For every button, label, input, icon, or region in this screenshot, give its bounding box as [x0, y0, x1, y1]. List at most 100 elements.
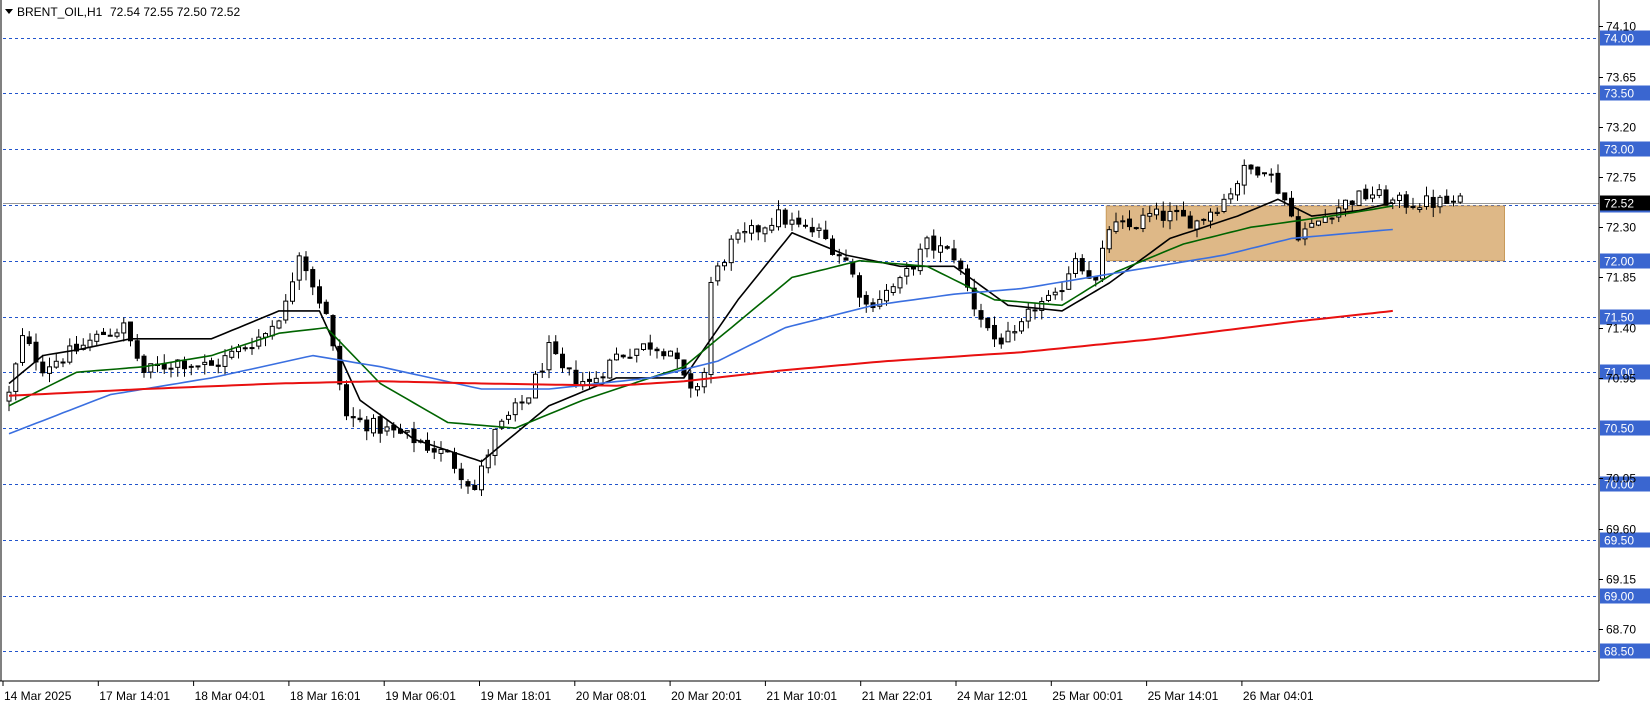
- y-tick-label: 70.05: [1606, 472, 1636, 486]
- candle-bull: [519, 401, 525, 404]
- candle-bull: [67, 345, 73, 363]
- candle-bull: [1417, 207, 1423, 210]
- candle-bull: [1329, 217, 1335, 220]
- candle-bull: [1046, 294, 1051, 301]
- candle-bull: [1012, 331, 1018, 334]
- candle-bear: [600, 376, 606, 379]
- candle-bull: [897, 277, 903, 289]
- candle-bull: [1208, 211, 1213, 222]
- candle-bull: [1167, 210, 1173, 222]
- candle-bear: [620, 354, 626, 358]
- x-tick-label: 17 Mar 14:01: [99, 689, 170, 703]
- candle-bull: [87, 339, 93, 348]
- y-tick-label: 73.20: [1606, 121, 1636, 135]
- candle-bull: [512, 402, 518, 416]
- level-badge-label: 68.50: [1604, 645, 1634, 659]
- candle-bull: [222, 355, 228, 367]
- candle-bull: [1376, 189, 1382, 196]
- candle-bull: [249, 347, 255, 350]
- candle-bear: [1410, 206, 1416, 209]
- candle-bull: [188, 365, 194, 368]
- candle-bull: [546, 342, 552, 371]
- y-tick-label: 74.10: [1606, 20, 1636, 34]
- candle-bull: [803, 224, 808, 227]
- y-tick-label: 72.30: [1606, 221, 1636, 235]
- candle-bear: [215, 364, 221, 367]
- candle-bear: [1120, 220, 1126, 223]
- candle-bull: [1214, 211, 1220, 214]
- candle-bear: [465, 481, 471, 487]
- candle-bear: [796, 217, 802, 225]
- candle-bull: [1059, 290, 1065, 293]
- candle-bear: [452, 452, 457, 469]
- candle-bull: [890, 286, 896, 293]
- candle-bear: [654, 348, 660, 352]
- chart-window[interactable]: 74.0073.5073.0072.5072.0071.5071.0070.50…: [0, 0, 1651, 708]
- candle-bull: [1268, 173, 1274, 176]
- price-chart[interactable]: 74.0073.5073.0072.5072.0071.5071.0070.50…: [0, 0, 1651, 708]
- candle-bear: [998, 337, 1004, 345]
- ohlc-values: 72.54 72.55 72.50 72.52: [110, 5, 240, 19]
- candle-bear: [472, 484, 478, 491]
- candle-bear: [323, 301, 329, 314]
- y-tick-label: 68.70: [1606, 623, 1636, 637]
- level-badge-label: 69.00: [1604, 590, 1634, 604]
- candle-bear: [836, 254, 842, 257]
- candle-bull: [533, 373, 538, 399]
- candle-bull: [296, 255, 302, 281]
- candle-bull: [634, 348, 640, 356]
- candle-bear: [978, 310, 984, 320]
- candle-bear: [566, 367, 572, 370]
- candle-bull: [735, 232, 741, 240]
- candle-bull: [904, 268, 910, 277]
- candle-bull: [168, 367, 174, 370]
- candle-bear: [755, 225, 761, 233]
- candle-bear: [1160, 210, 1166, 221]
- candle-bull: [60, 361, 66, 364]
- candle-bull: [1147, 213, 1153, 217]
- last-price-label: 72.52: [1604, 197, 1634, 211]
- candle-bear: [1174, 209, 1180, 213]
- candle-bull: [917, 248, 923, 272]
- candle-bear: [1248, 164, 1254, 170]
- candle-bull: [229, 350, 235, 358]
- candle-bear: [1349, 200, 1355, 205]
- x-tick-label: 24 Mar 12:01: [957, 689, 1028, 703]
- candle-bull: [1025, 308, 1031, 322]
- candle-bull: [1140, 214, 1146, 229]
- y-tick-label: 72.75: [1606, 171, 1636, 185]
- candle-bull: [1235, 183, 1240, 196]
- candle-bear: [857, 275, 862, 298]
- candle-bull: [924, 237, 930, 250]
- candle-bear: [458, 468, 464, 481]
- candle-bear: [1032, 309, 1038, 312]
- candle-bull: [762, 227, 768, 235]
- candle-bear: [992, 324, 997, 340]
- candle-bear: [357, 417, 363, 421]
- candle-bear: [850, 261, 856, 275]
- candle-bull: [526, 397, 532, 404]
- candle-bear: [944, 246, 950, 249]
- candle-bear: [553, 341, 559, 355]
- candle-bull: [1019, 321, 1024, 332]
- y-tick-label: 71.40: [1606, 322, 1636, 336]
- candle-bull: [1106, 229, 1112, 250]
- candle-bear: [182, 360, 187, 370]
- candle-bear: [431, 448, 437, 453]
- candle-bull: [94, 333, 100, 342]
- candle-bull: [722, 262, 727, 267]
- x-tick-label: 19 Mar 18:01: [481, 689, 552, 703]
- candle-bear: [661, 351, 667, 357]
- candle-bear: [128, 321, 133, 342]
- candle-bear: [1383, 189, 1389, 206]
- y-tick-label: 69.60: [1606, 523, 1636, 537]
- candle-bear: [647, 342, 653, 350]
- candle-bull: [668, 350, 673, 357]
- candle-bear: [560, 353, 565, 369]
- level-badge-label: 74.00: [1604, 32, 1634, 46]
- candle-bear: [971, 287, 977, 310]
- candle-bear: [958, 260, 964, 270]
- candle-bull: [728, 238, 734, 264]
- candle-bear: [951, 248, 957, 261]
- candle-bear: [1201, 218, 1207, 221]
